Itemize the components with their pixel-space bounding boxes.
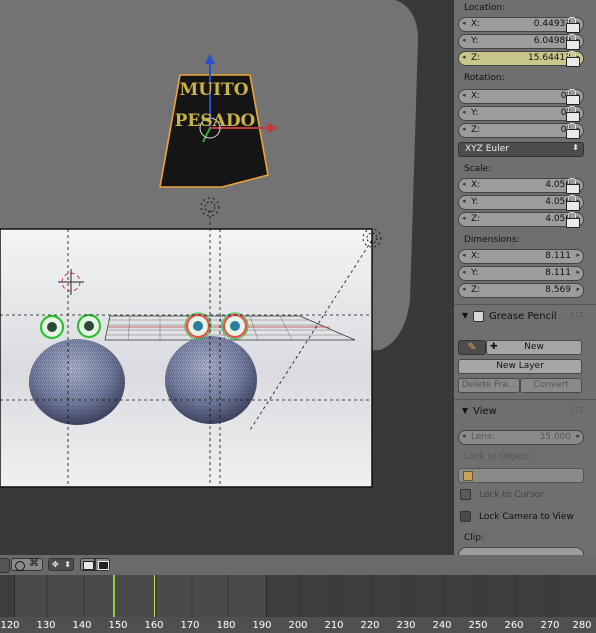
- timeline-header: ⌘ ✥ ⬍: [0, 555, 596, 575]
- lock-to-object-label: Lock to Object:: [464, 452, 532, 462]
- lock-camera-label: Lock Camera to View: [479, 512, 574, 522]
- cube-icon: [463, 471, 473, 481]
- updown-arrows-icon: ⬍: [64, 560, 71, 569]
- clip-label: Clip:: [464, 533, 485, 543]
- frame-tick-label: 280: [572, 620, 592, 631]
- snap-icon[interactable]: ⌘: [11, 558, 43, 571]
- frame-tick-label: 250: [468, 620, 488, 631]
- view-header[interactable]: ▼ View :::: [454, 403, 596, 421]
- lock-icon[interactable]: [564, 106, 580, 122]
- drag-handle-icon[interactable]: :::: [571, 404, 584, 415]
- grease-pencil-header[interactable]: ▼ Grease Pencil :::: [454, 308, 596, 326]
- frame-tick-label: 150: [108, 620, 128, 631]
- pencil-icon[interactable]: ✎: [458, 340, 486, 355]
- frame-tick-label: 180: [216, 620, 236, 631]
- frame-tick-label: 270: [540, 620, 560, 631]
- dimensions-y-field[interactable]: ◂ Y: 8.111 ▸: [458, 266, 584, 281]
- new-layer-button[interactable]: New Layer: [458, 359, 582, 374]
- lens-field[interactable]: ◂ Lens: 35.000 ▸: [458, 430, 584, 445]
- collapse-triangle-icon: ▼: [462, 406, 469, 415]
- scale-label: Scale:: [464, 164, 492, 174]
- dimensions-label: Dimensions:: [464, 235, 520, 245]
- weight-text-bottom: PESADO: [175, 111, 256, 131]
- dimensions-z-field[interactable]: ◂ Z: 8.569 ▸: [458, 283, 584, 298]
- view-mode-icon[interactable]: [0, 558, 10, 573]
- frame-tick-label: 210: [324, 620, 344, 631]
- clip-start-field[interactable]: [458, 547, 584, 555]
- convert-button[interactable]: Convert: [520, 378, 582, 393]
- render-animation-icon[interactable]: [95, 558, 110, 571]
- delete-frame-button[interactable]: Delete Fra...: [458, 378, 520, 393]
- updown-arrows-icon: ⬍: [572, 143, 579, 152]
- lock-icon[interactable]: [564, 51, 580, 67]
- collapse-triangle-icon: ▼: [462, 311, 469, 320]
- lock-icon[interactable]: [564, 17, 580, 33]
- drag-handle-icon[interactable]: :::: [571, 309, 584, 320]
- timeline-track[interactable]: [0, 575, 596, 617]
- properties-panel: Location: ◂X:0.44933▸ ◂Y:6.04989▸ ◂Z:15.…: [454, 0, 596, 555]
- keyframe-icon: ✥: [52, 560, 59, 569]
- location-label: Location:: [464, 3, 506, 13]
- frame-tick-label: 160: [144, 620, 164, 631]
- new-grease-pencil-button[interactable]: ✚ New: [486, 340, 582, 355]
- rotation-mode-select[interactable]: XYZ Euler ⬍: [458, 142, 584, 157]
- frame-tick-label: 170: [180, 620, 200, 631]
- frame-tick-label: 130: [36, 620, 56, 631]
- frame-tick-label: 260: [504, 620, 524, 631]
- 3d-viewport[interactable]: MUITO PESADO: [0, 0, 454, 555]
- weight-text-top: MUITO: [179, 80, 248, 100]
- rotation-label: Rotation:: [464, 73, 505, 83]
- frame-tick-label: 190: [252, 620, 272, 631]
- frame-tick-label: 140: [72, 620, 92, 631]
- frame-tick-label: 200: [288, 620, 308, 631]
- keyframe-type-dropdown[interactable]: ✥ ⬍: [48, 558, 74, 571]
- frame-tick-label: 230: [396, 620, 416, 631]
- grease-pencil-checkbox[interactable]: [473, 311, 484, 322]
- lock-icon[interactable]: [564, 212, 580, 228]
- render-image-icon[interactable]: [80, 558, 95, 571]
- frame-tick-label: 240: [432, 620, 452, 631]
- lock-to-cursor-label: Lock to Cursor: [479, 490, 544, 500]
- lock-camera-checkbox[interactable]: [460, 511, 471, 522]
- frame-tick-label: 220: [360, 620, 380, 631]
- frame-ruler[interactable]: 120 130 140 150 160 170 180 190 200 210 …: [0, 617, 596, 633]
- lock-to-object-field[interactable]: [458, 468, 584, 483]
- dimensions-x-field[interactable]: ◂ X: 8.111 ▸: [458, 249, 584, 264]
- plus-icon: ✚: [490, 342, 498, 352]
- lock-icon[interactable]: [564, 195, 580, 211]
- frame-tick-label: 120: [0, 620, 20, 631]
- lock-to-cursor-checkbox[interactable]: [460, 489, 471, 500]
- lock-icon[interactable]: [564, 178, 580, 194]
- lock-icon[interactable]: [564, 89, 580, 105]
- lock-icon[interactable]: [564, 123, 580, 139]
- lock-icon[interactable]: [564, 34, 580, 50]
- timeline-editor[interactable]: ⌘ ✥ ⬍ 120 130 140 150 160 170 180 190 20…: [0, 555, 596, 633]
